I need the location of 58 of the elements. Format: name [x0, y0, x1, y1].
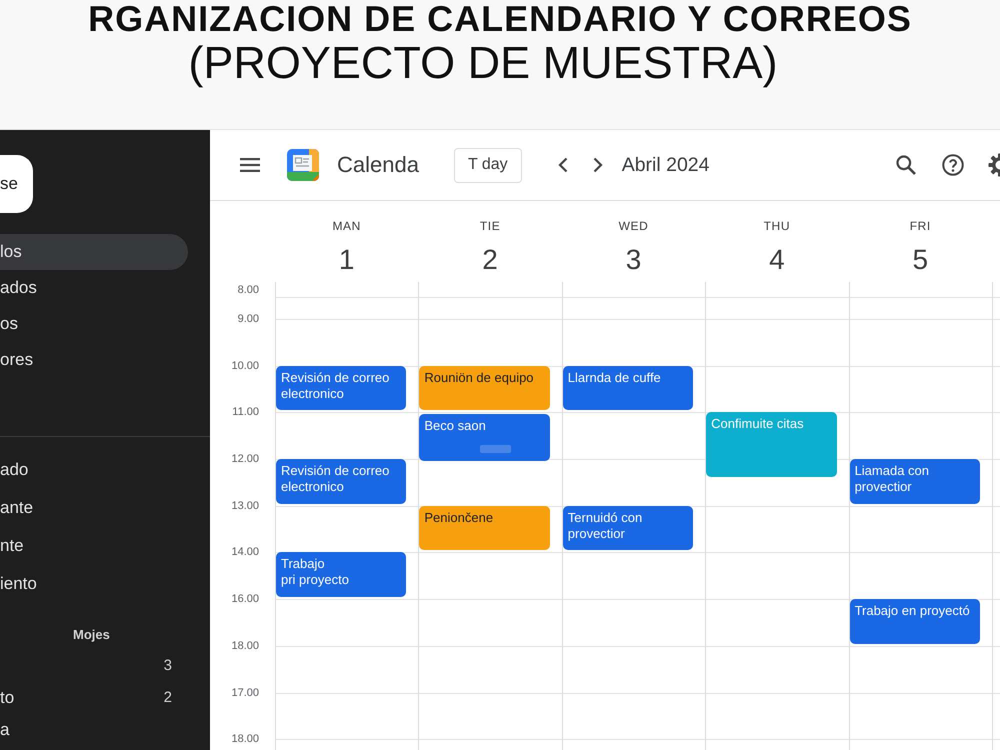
event-card[interactable]: Revisión de correo electronico — [276, 366, 406, 410]
event-card[interactable]: Rouniön de equipo — [419, 366, 550, 410]
time-label: 17.00 — [231, 686, 259, 700]
bar-icon — [480, 445, 512, 453]
event-card[interactable]: Revisión de correo electronico — [276, 459, 406, 504]
today-button[interactable]: T day — [454, 148, 522, 182]
page-title: RGANIZACION DE CALENDARIO Y CORREOS — [88, 0, 912, 38]
month-title: Abril 2024 — [622, 153, 710, 178]
sidebar-item[interactable]: os — [0, 306, 188, 342]
day-name: MAN — [332, 219, 361, 233]
event-card[interactable]: Ternuidó con provectior — [562, 506, 694, 550]
item-count: 3 — [164, 656, 172, 676]
sidebar-item[interactable]: ante — [0, 489, 34, 527]
time-label: 8.00 — [238, 282, 259, 296]
sidebar-item[interactable]: iento — [0, 565, 37, 603]
event-card[interactable]: Liamada con provectior — [850, 459, 980, 504]
section-heading: Mojes — [73, 626, 110, 644]
gear-icon[interactable] — [988, 153, 1000, 177]
time-label: 18.00 — [231, 639, 259, 653]
sidebar-item[interactable]: ados — [0, 270, 188, 306]
day-name: TIE — [480, 219, 500, 233]
time-label: 13.00 — [231, 499, 259, 513]
menu-icon[interactable] — [240, 158, 260, 172]
calendar-logo-icon — [287, 149, 319, 181]
day-number: 2 — [482, 243, 498, 277]
sidebar-item[interactable]: ado — [0, 451, 28, 489]
app-title: Calenda — [337, 151, 419, 179]
day-name: WED — [618, 219, 648, 233]
time-label: 14.00 — [231, 545, 259, 559]
item-count: 2 — [164, 688, 172, 708]
sidebar-item[interactable]: nte — [0, 527, 24, 565]
day-number: 3 — [626, 243, 642, 277]
day-number: 4 — [769, 243, 785, 277]
search-icon[interactable] — [896, 155, 916, 175]
day-name: FRI — [910, 219, 931, 233]
time-label: 18.00 — [231, 732, 259, 746]
event-card[interactable]: Peniončene — [419, 506, 550, 550]
event-card[interactable]: Beco saon — [419, 414, 550, 461]
day-name: THU — [764, 219, 790, 233]
time-label: 16.00 — [231, 592, 259, 606]
sidebar-item[interactable]: los — [0, 234, 188, 270]
sidebar-button[interactable]: se — [0, 155, 33, 213]
chevron-right-icon[interactable] — [592, 157, 603, 173]
event-card[interactable]: Trabajo en proyectó — [850, 599, 980, 644]
sidebar-item[interactable]: a — [0, 720, 10, 740]
page-subtitle: (PROYECTO DE MUESTRA) — [188, 38, 778, 88]
sidebar-item[interactable]: to — [0, 688, 14, 708]
chevron-left-icon[interactable] — [558, 157, 568, 173]
day-number: 5 — [912, 243, 928, 277]
time-label: 12.00 — [231, 452, 259, 466]
event-card[interactable]: Trabajo pri proyecto — [276, 552, 406, 597]
time-label: 10.00 — [231, 359, 259, 373]
help-icon[interactable] — [942, 154, 964, 176]
time-label: 9.00 — [238, 312, 259, 326]
sidebar-item[interactable]: ores — [0, 342, 188, 378]
day-number: 1 — [338, 243, 354, 277]
event-card[interactable]: Llarnda de cuffe — [562, 366, 694, 410]
time-label: 11.00 — [232, 405, 259, 419]
